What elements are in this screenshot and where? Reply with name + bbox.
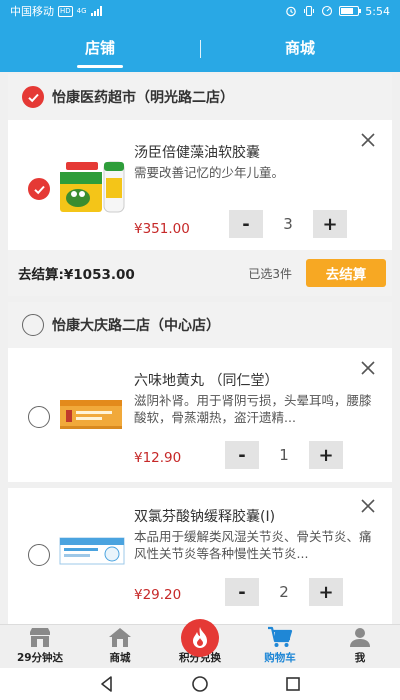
product-price: ¥29.20 (134, 587, 182, 603)
person-icon (350, 628, 370, 647)
alarm-icon (286, 6, 297, 17)
remove-item-icon[interactable] (360, 498, 376, 514)
product-name[interactable]: 汤臣倍健藻油软胶囊 (134, 142, 260, 162)
tab-mall-label: 商城 (284, 38, 315, 57)
nav-me[interactable]: 我 (320, 625, 400, 668)
item-checkbox[interactable] (28, 178, 50, 200)
product-name[interactable]: 双氯芬酸钠缓释胶囊(I) (134, 506, 275, 526)
product-image[interactable] (58, 396, 128, 432)
store-checkout-bar: 去结算:¥1053.00 已选3件 去结算 (8, 250, 392, 296)
bottom-navigation: 29分钟达 商城 积分兑换 购物车 我 (0, 619, 400, 668)
nav-points-exchange[interactable]: 积分兑换 (160, 619, 240, 668)
store-header: 怡康大庆路二店（中心店） (8, 302, 392, 348)
store-header: 怡康医药超市（明光路二店） (8, 74, 392, 120)
nav-label: 我 (354, 652, 366, 664)
quantity-stepper: - 2 + (225, 578, 343, 606)
store-checkbox[interactable] (22, 86, 44, 108)
decrease-button[interactable]: - (225, 441, 259, 469)
cart-item: 双氯芬酸钠缓释胶囊(I) 本品用于缓解类风湿关节炎、骨关节炎、痛风性关节炎等各种… (8, 488, 392, 624)
cart-icon (268, 626, 293, 647)
store-name: 怡康医药超市（明光路二店） (52, 90, 234, 106)
item-checkbox[interactable] (28, 406, 50, 428)
store-name: 怡康大庆路二店（中心店） (52, 318, 220, 334)
cart-list[interactable]: 怡康医药超市（明光路二店） 汤臣倍健藻油软胶囊 需要改善记忆的少年儿童。 ¥35… (0, 72, 400, 624)
status-time: 5:54 (365, 4, 390, 18)
product-description: 需要改善记忆的少年儿童。 (134, 165, 285, 180)
cart-item: 六味地黄丸 （同仁堂） 滋阴补肾。用于肾阴亏损，头晕耳鸣，腰膝酸软，骨蒸潮热，盗… (8, 348, 392, 482)
product-image[interactable] (58, 534, 128, 568)
nav-label: 商城 (109, 652, 131, 664)
tab-store-label: 店铺 (84, 38, 115, 57)
vibrate-icon (304, 5, 315, 17)
nav-cart[interactable]: 购物车 (240, 625, 320, 668)
item-checkbox[interactable] (28, 544, 50, 566)
nav-label: 29分钟达 (16, 652, 64, 664)
product-image[interactable] (58, 158, 128, 216)
selected-count: 已选3件 (248, 266, 292, 281)
quantity-value: 2 (279, 583, 289, 601)
store-checkbox[interactable] (22, 314, 44, 336)
tab-divider (200, 40, 201, 58)
recent-apps-icon[interactable] (284, 675, 302, 693)
checkout-button[interactable]: 去结算 (306, 259, 386, 287)
hd-badge: HD (58, 5, 73, 17)
quantity-value: 3 (283, 215, 293, 233)
store-icon (30, 628, 50, 647)
checkout-total: 去结算:¥1053.00 (18, 267, 135, 283)
quantity-value: 1 (279, 446, 289, 464)
system-navigation-bar (0, 668, 400, 700)
remove-item-icon[interactable] (360, 360, 376, 376)
status-bar: 中国移动 HD 4G 5:54 (0, 0, 400, 22)
tab-store[interactable]: 店铺 (0, 22, 200, 72)
increase-button[interactable]: + (309, 578, 343, 606)
product-price: ¥12.90 (134, 450, 182, 466)
nav-29min-delivery[interactable]: 29分钟达 (0, 625, 80, 668)
checkmark-icon (27, 93, 39, 102)
cart-item: 汤臣倍健藻油软胶囊 需要改善记忆的少年儿童。 ¥351.00 - 3 + (8, 120, 392, 250)
tab-mall[interactable]: 商城 (200, 22, 400, 72)
quantity-stepper: - 1 + (225, 441, 343, 469)
increase-button[interactable]: + (313, 210, 347, 238)
product-name[interactable]: 六味地黄丸 （同仁堂） (134, 370, 278, 390)
home-circle-icon[interactable] (191, 675, 209, 693)
product-description: 本品用于缓解类风湿关节炎、骨关节炎、痛风性关节炎等各种慢性关节炎... (134, 529, 372, 561)
product-price: ¥351.00 (134, 221, 190, 237)
decrease-button[interactable]: - (225, 578, 259, 606)
data-saver-icon (322, 5, 333, 17)
back-icon[interactable] (98, 675, 116, 693)
carrier-name: 中国移动 (10, 5, 54, 18)
checkmark-icon (33, 185, 45, 194)
battery-icon (339, 6, 362, 16)
nav-label: 购物车 (264, 652, 296, 664)
signal-icon (90, 6, 102, 16)
quantity-stepper: - 3 + (229, 210, 347, 238)
product-description: 滋阴补肾。用于肾阴亏损，头晕耳鸣，腰膝酸软，骨蒸潮热，盗汗遗精... (134, 393, 372, 425)
nav-mall[interactable]: 商城 (80, 625, 160, 668)
decrease-button[interactable]: - (229, 210, 263, 238)
home-icon (109, 628, 131, 647)
active-tab-indicator (77, 65, 123, 68)
fire-icon (181, 619, 219, 657)
increase-button[interactable]: + (309, 441, 343, 469)
network-type: 4G (76, 7, 87, 15)
remove-item-icon[interactable] (360, 132, 376, 148)
